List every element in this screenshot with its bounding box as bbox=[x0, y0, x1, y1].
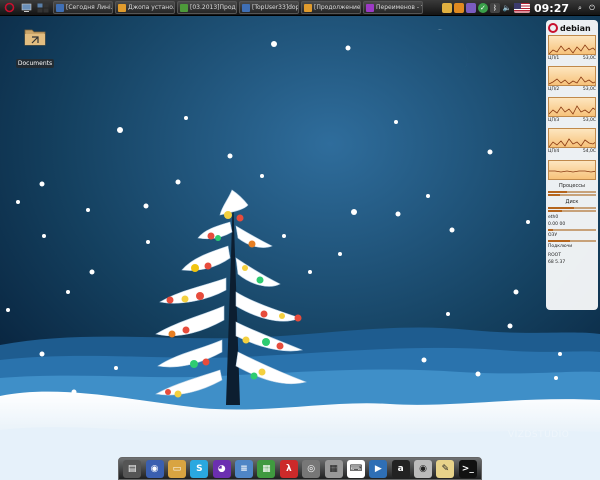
terminal-icon[interactable]: >_ bbox=[458, 459, 477, 478]
spreadsheet-icon[interactable]: ▦ bbox=[257, 459, 276, 478]
ram-label: ОЗУ bbox=[548, 233, 558, 238]
top-panel: [Сегодня Лині... Джопа устано... [03.201… bbox=[0, 0, 600, 16]
files-icon[interactable]: ▭ bbox=[167, 459, 186, 478]
processes-title: Процессы bbox=[559, 183, 585, 189]
window-icon bbox=[180, 3, 188, 12]
taskbar-item[interactable]: Переименов - то... bbox=[363, 1, 423, 14]
text-editor-icon[interactable]: ✎ bbox=[436, 459, 455, 478]
battery-icon[interactable] bbox=[453, 3, 464, 13]
amarok-icon[interactable]: a bbox=[391, 459, 410, 478]
cpu-monitor: ЦП/3 53,0С bbox=[548, 97, 596, 127]
taskbar-item-label: Переименов - то... bbox=[376, 4, 422, 11]
volume-icon[interactable]: 🔈 bbox=[502, 3, 512, 13]
show-desktop-icon[interactable] bbox=[19, 1, 33, 15]
desktop: [Сегодня Лині... Джопа устано... [03.201… bbox=[0, 0, 600, 480]
power-icon[interactable]: ⏻ bbox=[587, 3, 597, 13]
workspace-switcher[interactable] bbox=[36, 1, 50, 15]
cpu-temp: 54,0С bbox=[582, 149, 596, 154]
packages-label: Подключи bbox=[548, 244, 573, 249]
conky-header: debian bbox=[548, 22, 596, 34]
debian-logo-icon bbox=[548, 23, 558, 33]
media-player-icon[interactable]: ▶ bbox=[369, 459, 388, 478]
skype-icon[interactable]: S bbox=[190, 459, 209, 478]
cpu-temp: 53,0С bbox=[582, 87, 596, 92]
cpu-graph bbox=[548, 66, 596, 86]
folder-icon bbox=[24, 29, 46, 46]
flag-canton bbox=[513, 3, 521, 9]
debian-menu-icon[interactable] bbox=[2, 1, 16, 15]
root-value: 68 5.37 bbox=[548, 260, 566, 265]
opera-icon[interactable]: ◕ bbox=[212, 459, 231, 478]
taskbar-item[interactable]: [Сегодня Лині... bbox=[53, 1, 113, 14]
processes-bar bbox=[548, 191, 596, 193]
cpu-name: ЦП/4 bbox=[548, 149, 560, 154]
us-flag-icon[interactable] bbox=[513, 3, 530, 13]
documents-desktop-icon[interactable]: Documents bbox=[14, 26, 56, 69]
keyboard-icon[interactable]: ⌨ bbox=[346, 459, 365, 478]
root-label: ROOT bbox=[548, 253, 561, 258]
disc-burner-icon[interactable]: ◉ bbox=[414, 459, 433, 478]
taskbar-item[interactable]: [Продолжение... bbox=[301, 1, 361, 14]
network-value: 0.00 00 bbox=[548, 222, 566, 227]
cpu-name: ЦП/3 bbox=[548, 118, 560, 123]
cpu-monitor: ЦП/1 53,0С bbox=[548, 35, 596, 65]
cpu-graph bbox=[548, 97, 596, 117]
cpu-monitor: ЦП/4 54,0С bbox=[548, 128, 596, 158]
taskbar-item[interactable]: [TopUser33]dop... bbox=[239, 1, 299, 14]
cpu-graph bbox=[548, 128, 596, 148]
cpu-name: ЦП/1 bbox=[548, 56, 560, 61]
documents-label: Documents bbox=[15, 59, 55, 68]
window-icon bbox=[304, 3, 312, 12]
pdf-icon[interactable]: λ bbox=[279, 459, 298, 478]
search-icon[interactable]: ⌕ bbox=[575, 3, 585, 13]
text-document-icon[interactable]: ≡ bbox=[235, 459, 254, 478]
memory-graph bbox=[548, 160, 596, 180]
cpu-temp: 53,0С bbox=[582, 56, 596, 61]
clock[interactable]: 09:27 bbox=[534, 2, 569, 15]
bluetooth-icon[interactable]: ᛒ bbox=[489, 3, 500, 13]
taskbar-item[interactable]: Джопа устано... bbox=[115, 1, 175, 14]
network-label: eth0 bbox=[548, 215, 559, 220]
taskbar-item[interactable]: [03.2013]Продол... bbox=[177, 1, 237, 14]
window-icon bbox=[118, 3, 126, 12]
window-icon bbox=[366, 3, 374, 12]
update-check-icon[interactable]: ✓ bbox=[477, 3, 488, 13]
processes-bar bbox=[548, 194, 596, 196]
disk-title: Диск bbox=[565, 199, 579, 205]
taskbar: [Сегодня Лині... Джопа устано... [03.201… bbox=[51, 1, 423, 14]
calculator-icon[interactable]: ▦ bbox=[324, 459, 343, 478]
system-tray: ✓ ᛒ 🔈 09:27 ⌕ ⏻ bbox=[440, 0, 600, 16]
disk-bar bbox=[548, 210, 596, 212]
dock: ▤ ◉ ▭ S ◕ ≡ ▦ λ ◎ ▦ ⌨ ▶ a ◉ ✎ >_ bbox=[118, 457, 482, 480]
cpu-graph bbox=[548, 35, 596, 55]
network-icon[interactable] bbox=[465, 3, 476, 13]
mail-icon[interactable] bbox=[441, 3, 452, 13]
taskbar-item-label: [TopUser33]dop... bbox=[252, 4, 298, 11]
file-manager-icon[interactable]: ▤ bbox=[123, 459, 142, 478]
wallpaper bbox=[0, 0, 600, 480]
taskbar-item-label: [Сегодня Лині... bbox=[66, 4, 112, 11]
taskbar-item-label: Джопа устано... bbox=[128, 4, 174, 11]
cpu-name: ЦП/2 bbox=[548, 87, 560, 92]
cpu-monitor: ЦП/2 53,0С bbox=[548, 66, 596, 96]
conky-monitor: debian ЦП/1 53,0С ЦП/2 53,0С ЦП/3 53,0С ЦП/… bbox=[546, 20, 598, 310]
watermark: VIZDSTUDIO bbox=[508, 430, 570, 440]
window-icon bbox=[56, 3, 64, 12]
taskbar-item-label: [03.2013]Продол... bbox=[190, 4, 236, 11]
network-bar bbox=[548, 229, 596, 231]
window-icon bbox=[242, 3, 250, 12]
ram-bar bbox=[548, 240, 596, 242]
web-browser-icon[interactable]: ◉ bbox=[145, 459, 164, 478]
distro-name: debian bbox=[560, 23, 591, 33]
image-viewer-icon[interactable]: ◎ bbox=[302, 459, 321, 478]
disk-bar bbox=[548, 207, 596, 209]
taskbar-item-label: [Продолжение... bbox=[314, 4, 360, 11]
cpu-temp: 53,0С bbox=[582, 118, 596, 123]
